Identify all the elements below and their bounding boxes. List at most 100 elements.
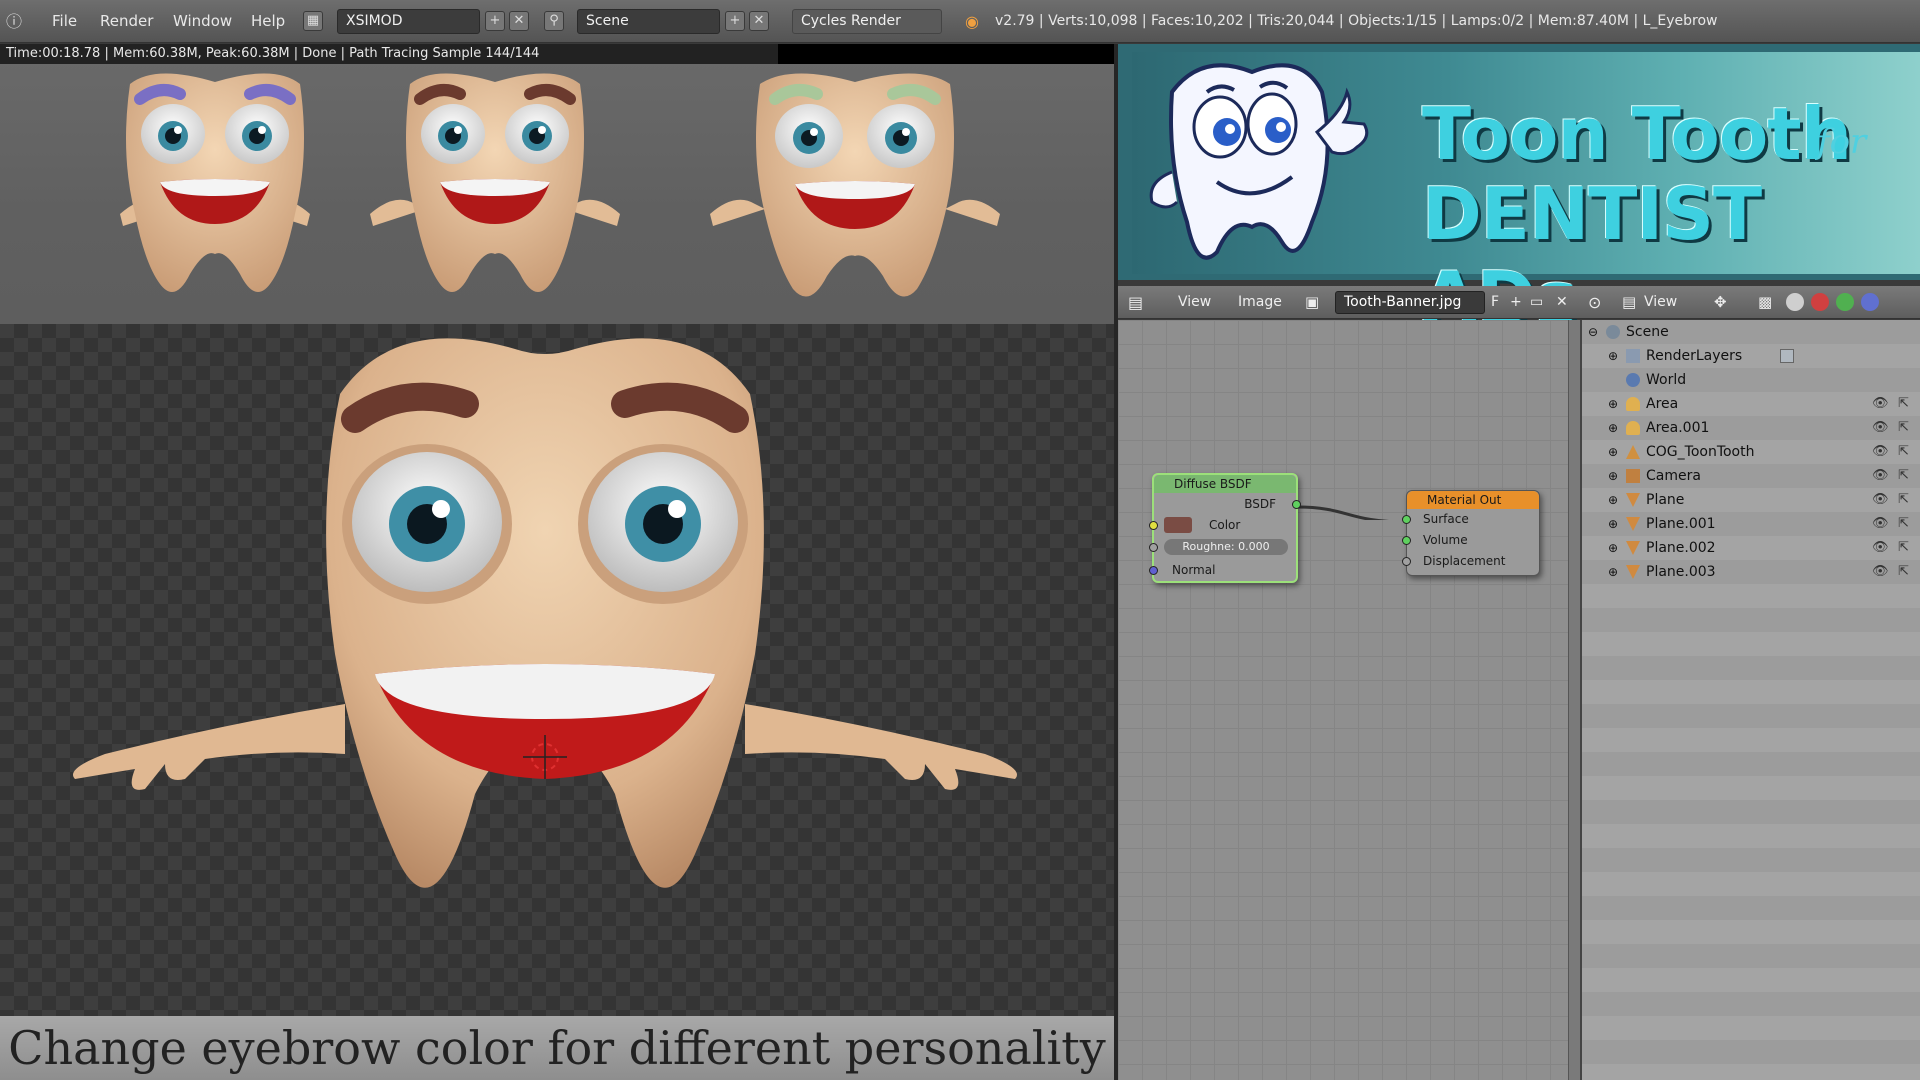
visibility-eye-icon[interactable]: 👁 bbox=[1872, 440, 1889, 464]
three-teeth-render bbox=[120, 73, 1000, 297]
screen-layout-icon[interactable]: ▦ bbox=[303, 11, 323, 31]
scene-field[interactable]: Scene bbox=[577, 9, 720, 34]
editor-type-icon[interactable]: ▤ bbox=[1128, 286, 1143, 319]
menu-window[interactable]: Window bbox=[173, 0, 232, 43]
render-info-bar: Time:00:18.78 | Mem:60.38M, Peak:60.38M … bbox=[0, 44, 1114, 64]
outliner-label: Plane.002 bbox=[1646, 540, 1716, 556]
outliner-row-plane[interactable]: ⊕ Plane 👁 ⇱ bbox=[1582, 488, 1920, 512]
outliner-row-cog-toontooth[interactable]: ⊕ COG_ToonTooth 👁 ⇱ bbox=[1582, 440, 1920, 464]
display-channels-icon[interactable] bbox=[1786, 293, 1804, 311]
select-cursor-icon[interactable]: ⇱ bbox=[1898, 464, 1909, 488]
expand-icon[interactable]: ⊕ bbox=[1608, 536, 1618, 560]
top-render-viewport[interactable]: Time:00:18.78 | Mem:60.38M, Peak:60.38M … bbox=[0, 44, 1114, 324]
expand-icon[interactable]: ⊕ bbox=[1608, 560, 1618, 584]
main-tooth-render bbox=[73, 338, 1017, 888]
image-name-field[interactable]: Tooth-Banner.jpg bbox=[1335, 291, 1485, 314]
expand-icon[interactable]: ⊕ bbox=[1608, 488, 1618, 512]
visibility-eye-icon[interactable]: 👁 bbox=[1872, 488, 1889, 512]
visibility-eye-icon[interactable]: 👁 bbox=[1872, 536, 1889, 560]
volume-input-socket[interactable] bbox=[1402, 536, 1411, 545]
screen-layout-field[interactable]: XSIMOD bbox=[337, 9, 480, 34]
select-cursor-icon[interactable]: ⇱ bbox=[1898, 560, 1909, 584]
remove-layout-icon[interactable]: ✕ bbox=[509, 11, 529, 31]
outliner-row-plane-002[interactable]: ⊕ Plane.002 👁 ⇱ bbox=[1582, 536, 1920, 560]
menu-image[interactable]: Image bbox=[1238, 286, 1282, 319]
mesh-icon bbox=[1626, 517, 1640, 531]
add-layout-icon[interactable]: + bbox=[485, 11, 505, 31]
outliner-row-plane-003[interactable]: ⊕ Plane.003 👁 ⇱ bbox=[1582, 560, 1920, 584]
color-input-socket[interactable] bbox=[1149, 521, 1158, 530]
remove-scene-icon[interactable]: ✕ bbox=[749, 11, 769, 31]
render-engine-select[interactable]: Cycles Render bbox=[792, 9, 942, 34]
view-editor-icon[interactable]: ▤ bbox=[1622, 286, 1636, 319]
visibility-eye-icon[interactable]: 👁 bbox=[1872, 464, 1889, 488]
outliner[interactable]: ⊖ Scene ⊕ RenderLayers World ⊕ Area 👁 ⇱ ⊕… bbox=[1580, 320, 1920, 1080]
material-slot-icon[interactable] bbox=[1836, 293, 1854, 311]
node-editor[interactable]: Diffuse BSDF BSDF Color Roughne: 0.000 N… bbox=[1118, 320, 1568, 1080]
menu-help[interactable]: Help bbox=[251, 0, 285, 43]
select-cursor-icon[interactable]: ⇱ bbox=[1898, 536, 1909, 560]
visibility-eye-icon[interactable]: 👁 bbox=[1872, 512, 1889, 536]
select-cursor-icon[interactable]: ⇱ bbox=[1898, 416, 1909, 440]
mesh-icon bbox=[1626, 565, 1640, 579]
surface-input-socket[interactable] bbox=[1402, 515, 1411, 524]
pin-icon[interactable]: ⊙ bbox=[1588, 286, 1601, 319]
outliner-row-area[interactable]: ⊕ Area 👁 ⇱ bbox=[1582, 392, 1920, 416]
caption-text: Change eyebrow color for different perso… bbox=[8, 1021, 1106, 1075]
expand-icon[interactable]: ⊕ bbox=[1608, 416, 1618, 440]
surface-input-label: Surface bbox=[1423, 512, 1469, 526]
world-slot-icon[interactable] bbox=[1861, 293, 1879, 311]
node-editor-scrollbar[interactable] bbox=[1568, 320, 1580, 1080]
diffuse-bsdf-node[interactable]: Diffuse BSDF BSDF Color Roughne: 0.000 N… bbox=[1149, 473, 1301, 583]
select-cursor-icon[interactable]: ⇱ bbox=[1898, 392, 1909, 416]
view-select[interactable]: View bbox=[1644, 286, 1677, 319]
info-editor-icon[interactable]: ⓘ bbox=[6, 0, 22, 43]
tooth-green-brows bbox=[710, 73, 1000, 297]
banner-title-for: for bbox=[1817, 122, 1867, 162]
checker-icon[interactable]: ▩ bbox=[1758, 286, 1772, 319]
visibility-eye-icon[interactable]: 👁 bbox=[1872, 416, 1889, 440]
unlink-image-icon[interactable]: ✕ bbox=[1556, 286, 1568, 319]
mesh-icon bbox=[1626, 493, 1640, 507]
material-output-node[interactable]: Material Out Surface Volume Displacement bbox=[1402, 490, 1540, 576]
image-browse-icon[interactable]: ▣ bbox=[1305, 286, 1319, 319]
render-slot-icon[interactable] bbox=[1811, 293, 1829, 311]
collapse-icon[interactable]: ⊖ bbox=[1588, 320, 1598, 344]
menu-render[interactable]: Render bbox=[100, 0, 153, 43]
outliner-row-camera[interactable]: ⊕ Camera 👁 ⇱ bbox=[1582, 464, 1920, 488]
select-cursor-icon[interactable]: ⇱ bbox=[1898, 440, 1909, 464]
main-render-viewport[interactable] bbox=[0, 324, 1114, 1016]
expand-icon[interactable]: ⊕ bbox=[1608, 392, 1618, 416]
outliner-row-world[interactable]: World bbox=[1582, 368, 1920, 392]
select-cursor-icon[interactable]: ⇱ bbox=[1898, 488, 1909, 512]
open-image-icon[interactable]: ▭ bbox=[1530, 286, 1543, 319]
menu-view[interactable]: View bbox=[1178, 286, 1211, 319]
displacement-input-socket[interactable] bbox=[1402, 557, 1411, 566]
add-scene-icon[interactable]: + bbox=[725, 11, 745, 31]
menu-file[interactable]: File bbox=[52, 0, 77, 43]
outliner-row-renderlayers[interactable]: ⊕ RenderLayers bbox=[1582, 344, 1920, 368]
bsdf-output-socket[interactable] bbox=[1292, 500, 1301, 509]
pivot-icon[interactable]: ✥ bbox=[1714, 286, 1727, 319]
visibility-eye-icon[interactable]: 👁 bbox=[1872, 560, 1889, 584]
roughness-slider[interactable]: Roughne: 0.000 bbox=[1164, 539, 1288, 555]
outliner-label: RenderLayers bbox=[1646, 348, 1743, 364]
color-swatch[interactable] bbox=[1164, 517, 1192, 533]
cartoon-tooth-mascot bbox=[1149, 63, 1369, 260]
select-cursor-icon[interactable]: ⇱ bbox=[1898, 512, 1909, 536]
outliner-row-area-001[interactable]: ⊕ Area.001 👁 ⇱ bbox=[1582, 416, 1920, 440]
new-image-icon[interactable]: + bbox=[1510, 286, 1522, 319]
visibility-eye-icon[interactable]: 👁 bbox=[1872, 392, 1889, 416]
expand-icon[interactable]: ⊕ bbox=[1608, 464, 1618, 488]
outliner-row-plane-001[interactable]: ⊕ Plane.001 👁 ⇱ bbox=[1582, 512, 1920, 536]
roughness-input-socket[interactable] bbox=[1149, 543, 1158, 552]
outliner-label: Area bbox=[1646, 396, 1679, 412]
expand-icon[interactable]: ⊕ bbox=[1608, 344, 1618, 368]
banner-background: Toon Tooth for DENTIST ADs bbox=[1132, 52, 1920, 340]
expand-icon[interactable]: ⊕ bbox=[1608, 512, 1618, 536]
fake-user-toggle[interactable]: F bbox=[1491, 286, 1499, 319]
expand-icon[interactable]: ⊕ bbox=[1608, 440, 1618, 464]
outliner-row-scene[interactable]: ⊖ Scene bbox=[1582, 320, 1920, 344]
normal-input-socket[interactable] bbox=[1149, 566, 1158, 575]
scene-icon[interactable]: ⚲ bbox=[544, 11, 564, 31]
